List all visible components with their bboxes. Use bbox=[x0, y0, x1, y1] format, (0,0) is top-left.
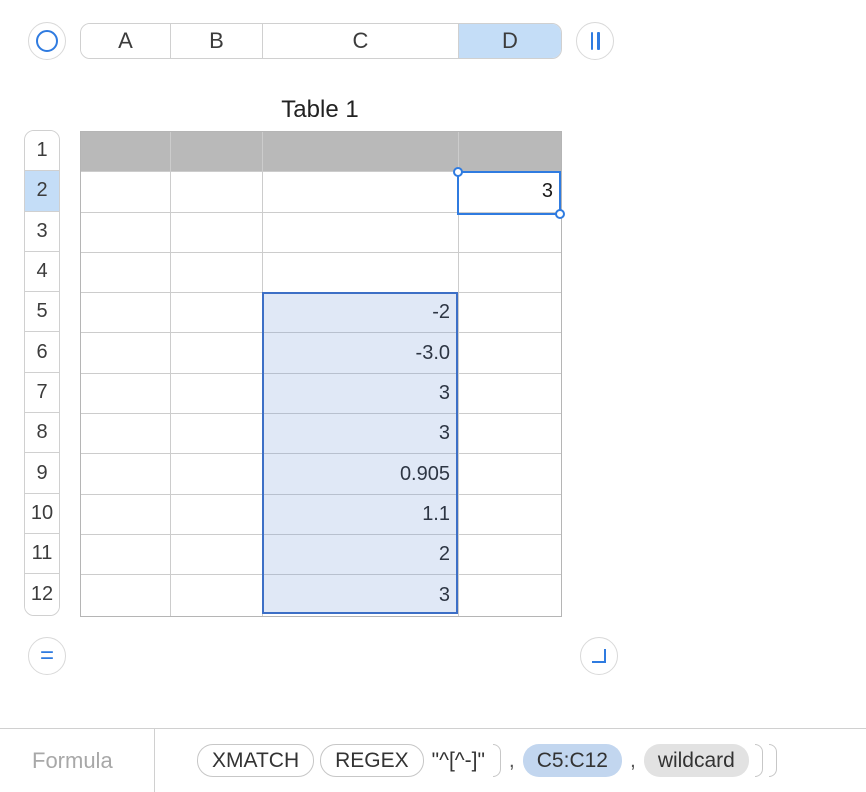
cell-A10[interactable] bbox=[81, 495, 171, 535]
cell-C3[interactable] bbox=[263, 213, 459, 253]
pause-icon bbox=[597, 32, 600, 50]
table-title[interactable]: Table 1 bbox=[80, 96, 560, 124]
formula-comma: , bbox=[628, 749, 638, 773]
cell-D4[interactable] bbox=[459, 253, 561, 293]
formula-bar: Formula XMATCH REGEX "^[^-]" , C5:C12 , … bbox=[0, 728, 866, 792]
cell-B4[interactable] bbox=[171, 253, 263, 293]
row-header-3[interactable]: 3 bbox=[25, 212, 59, 252]
cell-B10[interactable] bbox=[171, 495, 263, 535]
cell-D6[interactable] bbox=[459, 333, 561, 373]
cell-A4[interactable] bbox=[81, 253, 171, 293]
cell-A3[interactable] bbox=[81, 213, 171, 253]
row-header-10[interactable]: 10 bbox=[25, 494, 59, 534]
paren-close-icon bbox=[493, 744, 501, 777]
column-headers: A B C D bbox=[80, 23, 562, 59]
paren-close-icon bbox=[755, 744, 763, 777]
cell-B9[interactable] bbox=[171, 454, 263, 494]
cell-B12[interactable] bbox=[171, 575, 263, 615]
cell-B8[interactable] bbox=[171, 414, 263, 454]
cell-D8[interactable] bbox=[459, 414, 561, 454]
cell-A12[interactable] bbox=[81, 575, 171, 615]
column-header-A[interactable]: A bbox=[81, 24, 171, 58]
row-header-5[interactable]: 5 bbox=[25, 292, 59, 332]
cell-D3[interactable] bbox=[459, 213, 561, 253]
select-all-circle-button[interactable] bbox=[28, 22, 66, 60]
row-header-8[interactable]: 8 bbox=[25, 413, 59, 453]
cell-D5[interactable] bbox=[459, 293, 561, 333]
table-resize-button[interactable] bbox=[580, 637, 618, 675]
formula-token-function[interactable]: REGEX bbox=[320, 744, 424, 777]
row-header-4[interactable]: 4 bbox=[25, 252, 59, 292]
column-handle-button[interactable] bbox=[576, 22, 614, 60]
cell-A9[interactable] bbox=[81, 454, 171, 494]
cell-B11[interactable] bbox=[171, 535, 263, 575]
row-header-11[interactable]: 11 bbox=[25, 534, 59, 574]
cell-D11[interactable] bbox=[459, 535, 561, 575]
cell-C4[interactable] bbox=[263, 253, 459, 293]
row-headers: 1 2 3 4 5 6 7 8 9 10 11 12 bbox=[24, 130, 60, 616]
cell-D10[interactable] bbox=[459, 495, 561, 535]
cell-D1-header[interactable] bbox=[459, 132, 561, 172]
cell-C9[interactable]: 0.905 bbox=[263, 454, 459, 494]
cell-A1-header[interactable] bbox=[81, 132, 171, 172]
formula-token-argument[interactable]: wildcard bbox=[644, 744, 749, 777]
row-header-1[interactable]: 1 bbox=[25, 131, 59, 171]
formula-token-string[interactable]: "^[^-]" bbox=[430, 744, 487, 777]
cell-C8[interactable]: 3 bbox=[263, 414, 459, 454]
formula-content[interactable]: XMATCH REGEX "^[^-]" , C5:C12 , wildcard bbox=[155, 744, 777, 777]
row-handle-button[interactable]: = bbox=[28, 637, 66, 675]
cell-B1-header[interactable] bbox=[171, 132, 263, 172]
cell-A8[interactable] bbox=[81, 414, 171, 454]
cell-D7[interactable] bbox=[459, 374, 561, 414]
cell-C11[interactable]: 2 bbox=[263, 535, 459, 575]
pause-icon bbox=[591, 32, 594, 50]
row-header-2[interactable]: 2 bbox=[25, 171, 59, 211]
cell-C1-header[interactable] bbox=[263, 132, 459, 172]
cell-B6[interactable] bbox=[171, 333, 263, 373]
cell-B7[interactable] bbox=[171, 374, 263, 414]
formula-comma: , bbox=[507, 749, 517, 773]
cell-B5[interactable] bbox=[171, 293, 263, 333]
cell-B3[interactable] bbox=[171, 213, 263, 253]
column-header-D[interactable]: D bbox=[459, 24, 561, 58]
cell-C7[interactable]: 3 bbox=[263, 374, 459, 414]
formula-label: Formula bbox=[0, 729, 155, 792]
column-header-B[interactable]: B bbox=[171, 24, 263, 58]
equals-icon: = bbox=[40, 642, 54, 670]
cell-B2[interactable] bbox=[171, 172, 263, 212]
cell-A7[interactable] bbox=[81, 374, 171, 414]
cell-C12[interactable]: 3 bbox=[263, 575, 459, 615]
row-header-9[interactable]: 9 bbox=[25, 453, 59, 493]
cell-A5[interactable] bbox=[81, 293, 171, 333]
cell-C10[interactable]: 1.1 bbox=[263, 495, 459, 535]
row-header-7[interactable]: 7 bbox=[25, 373, 59, 413]
corner-resize-icon bbox=[592, 649, 606, 663]
circle-icon bbox=[36, 30, 58, 52]
cell-A2[interactable] bbox=[81, 172, 171, 212]
formula-token-function[interactable]: XMATCH bbox=[197, 744, 314, 777]
cell-D9[interactable] bbox=[459, 454, 561, 494]
cell-C6[interactable]: -3.0 bbox=[263, 333, 459, 373]
spreadsheet-grid[interactable]: 3 -2 -3.0 3 3 0.905 bbox=[80, 131, 562, 617]
row-header-6[interactable]: 6 bbox=[25, 332, 59, 372]
cell-D12[interactable] bbox=[459, 575, 561, 615]
cell-A11[interactable] bbox=[81, 535, 171, 575]
row-header-12[interactable]: 12 bbox=[25, 574, 59, 614]
formula-token-reference[interactable]: C5:C12 bbox=[523, 744, 622, 777]
cell-C2[interactable] bbox=[263, 172, 459, 212]
cell-A6[interactable] bbox=[81, 333, 171, 373]
paren-close-icon bbox=[769, 744, 777, 777]
column-header-C[interactable]: C bbox=[263, 24, 459, 58]
cell-C5[interactable]: -2 bbox=[263, 293, 459, 333]
cell-D2[interactable]: 3 bbox=[459, 172, 561, 212]
